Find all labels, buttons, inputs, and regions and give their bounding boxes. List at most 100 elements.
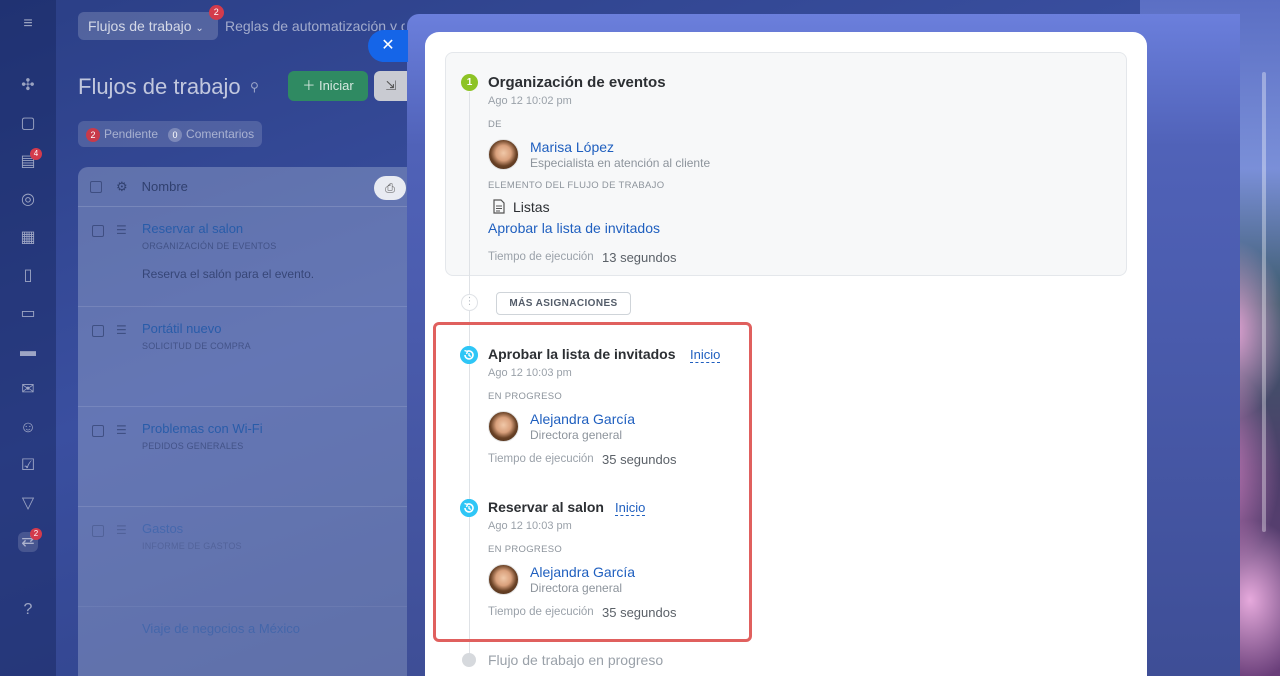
drive-icon[interactable]: ▬ [18,342,38,362]
contacts-icon[interactable]: ☺ [18,418,38,438]
document-icon[interactable]: ▯ [18,266,38,286]
calendar-icon[interactable]: ▦ [18,228,38,248]
task-status: EN PROGRESO [488,544,563,555]
runtime-label: Tiempo de ejecución [488,606,594,618]
workflow-list: ⚙ Nombre ⎙ ☰ Reservar al salon ORGANIZAC… [78,167,418,676]
runtime-value: 35 segundos [602,452,677,467]
list-item[interactable]: ☰ Portátil nuevo SOLICITUD DE COMPRA [78,319,418,407]
runtime-label: Tiempo de ejecución [488,453,594,465]
task-title: Reservar al salon [488,499,604,515]
row-menu-icon[interactable]: ☰ [116,323,127,337]
filter-comments[interactable]: 0 Comentarios [168,127,254,142]
step-title: Organización de eventos [488,74,666,91]
puzzle-icon[interactable]: ✣ [18,76,38,96]
document-icon [493,199,505,214]
runtime-value: 13 segundos [602,250,677,265]
row-title[interactable]: Reservar al salon [142,221,243,236]
export-icon[interactable]: ⇲ [374,71,408,101]
left-rail: ≡ ✣ ▢ ▤ 4 ◎ ▦ ▯ ▭ ▬ ✉ ☺ ☑ ▽ ⇄ 2 ? [0,0,56,676]
list-item[interactable]: ☰ Gastos INFORME DE GASTOS [78,519,418,607]
row-checkbox[interactable] [92,425,104,437]
pending-count: 2 [86,127,100,142]
tab-workflows[interactable]: Flujos de trabajo ⌄ 2 [78,5,224,40]
more-assignments-button[interactable]: MÁS ASIGNACIONES [496,292,631,315]
author-name[interactable]: Marisa López [530,139,614,155]
row-checkbox[interactable] [92,525,104,537]
row-description: Reserva el salón para el evento. [142,267,315,281]
row-title[interactable]: Viaje de negocios a México [142,621,300,636]
row-title[interactable]: Gastos [142,521,183,536]
row-checkbox[interactable] [92,325,104,337]
row-subtitle: ORGANIZACIÓN DE EVENTOS [142,241,277,251]
print-icon[interactable]: ⎙ [374,176,406,200]
step-number-badge: 1 [461,74,478,91]
select-all-checkbox[interactable] [90,180,102,193]
settings-gear-icon[interactable]: ⚙ [116,179,128,195]
chevron-down-icon: ⌄ [195,23,204,34]
more-dots-icon: ⋮ [461,294,478,311]
task-date: Ago 12 10:03 pm [488,367,572,379]
element-link[interactable]: Aprobar la lista de invitados [488,220,660,236]
row-subtitle: PEDIDOS GENERALES [142,441,244,451]
assignee-name[interactable]: Alejandra García [530,411,635,427]
element-type: Listas [513,199,550,215]
menu-icon[interactable]: ≡ [18,14,38,34]
row-menu-icon[interactable]: ☰ [116,223,127,237]
filter-pending[interactable]: 2 Pendiente [86,127,158,142]
row-menu-icon[interactable]: ☰ [116,523,127,537]
tab-workflows-label: Flujos de trabajo [88,18,192,34]
task-title: Aprobar la lista de invitados [488,346,676,362]
row-title[interactable]: Problemas con Wi-Fi [142,421,263,436]
row-subtitle: INFORME DE GASTOS [142,541,242,551]
from-caption: DE [488,119,502,130]
runtime-value: 35 segundos [602,605,677,620]
filter-comments-label: Comentarios [186,126,255,141]
assignee-role: Directora general [530,581,623,595]
page-title: Flujos de trabajo [78,74,241,99]
author-role: Especialista en atención al cliente [530,156,711,170]
filter-icon[interactable]: ▽ [18,494,38,514]
plus-icon: ＋ [302,78,319,93]
pending-status-dot [462,653,476,667]
filter-bar: 2 Pendiente 0 Comentarios [78,121,263,147]
row-menu-icon[interactable]: ☰ [116,423,127,437]
mail-icon[interactable]: ✉ [18,380,38,400]
avatar[interactable] [488,411,519,442]
feed-badge: 4 [30,148,42,160]
workflows-badge: 2 [30,528,42,540]
row-checkbox[interactable] [92,225,104,237]
tasks-icon[interactable]: ◎ [18,190,38,210]
start-button[interactable]: ＋ Iniciar [288,71,368,101]
list-header: ⚙ Nombre [78,167,418,207]
runtime-label: Tiempo de ejecución [488,251,594,263]
list-item[interactable]: Viaje de negocios a México [78,619,418,659]
element-caption: ELEMENTO DEL FLUJO DE TRABAJO [488,180,665,191]
pin-icon[interactable]: ⚲ [250,80,259,94]
running-icon [460,346,478,364]
start-button-label: Iniciar [318,78,354,93]
avatar[interactable] [488,564,519,595]
row-subtitle: SOLICITUD DE COMPRA [142,341,251,351]
task-start-link[interactable]: Inicio [690,347,721,363]
chat-icon[interactable]: ▢ [18,114,38,134]
task-date: Ago 12 10:03 pm [488,520,572,532]
slider-scrollbar[interactable] [1262,72,1266,532]
tab-badge: 2 [208,5,224,20]
step-date: Ago 12 10:02 pm [488,95,572,107]
board-icon[interactable]: ▭ [18,304,38,324]
task-status: EN PROGRESO [488,391,563,402]
list-item[interactable]: ☰ Reservar al salon ORGANIZACIÓN DE EVEN… [78,219,418,307]
list-item[interactable]: ☰ Problemas con Wi-Fi PEDIDOS GENERALES [78,419,418,507]
close-icon[interactable]: ✕ [368,30,408,62]
assignee-name[interactable]: Alejandra García [530,564,635,580]
avatar[interactable] [488,139,519,170]
workflow-status-text: Flujo de trabajo en progreso [488,652,664,668]
checklist-icon[interactable]: ☑ [18,456,38,476]
comments-count: 0 [168,127,183,142]
help-icon[interactable]: ? [18,600,38,620]
task-start-link[interactable]: Inicio [615,500,646,516]
running-icon [460,499,478,517]
filter-pending-label: Pendiente [104,126,159,141]
row-title[interactable]: Portátil nuevo [142,321,222,336]
column-name[interactable]: Nombre [142,179,188,194]
